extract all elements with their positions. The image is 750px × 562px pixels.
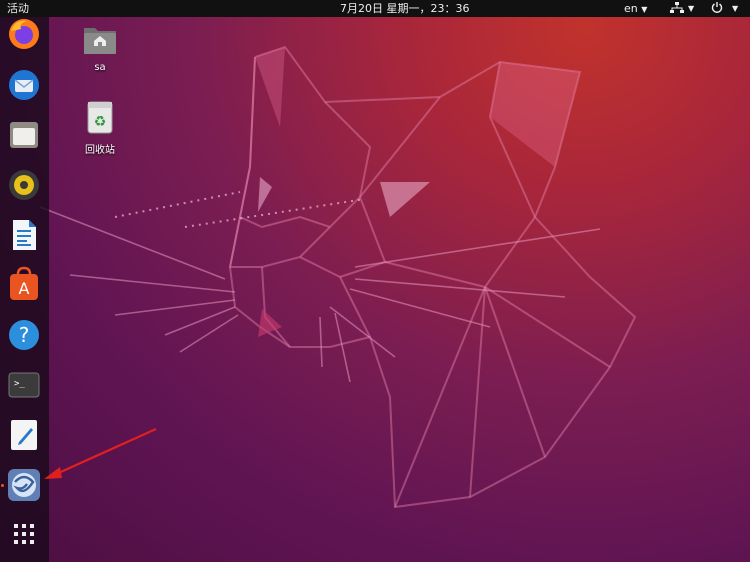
network-icon[interactable] (670, 2, 684, 18)
desktop-trash[interactable]: ♻ 回收站 (70, 99, 130, 156)
app-icon[interactable] (5, 466, 43, 504)
running-indicator (1, 484, 4, 487)
svg-text:A: A (19, 279, 30, 298)
dock: A ? >_ (0, 17, 49, 562)
trash-icon: ♻ (87, 101, 113, 134)
firefox-icon[interactable] (5, 15, 43, 53)
input-method-label: en (624, 2, 638, 15)
svg-text:♻: ♻ (94, 114, 107, 130)
software-icon[interactable]: A (5, 266, 43, 304)
rhythmbox-icon[interactable] (5, 166, 43, 204)
svg-text:>_: >_ (14, 379, 25, 389)
writer-icon[interactable] (5, 216, 43, 254)
thunderbird-icon[interactable] (5, 66, 43, 104)
desktop-icon-label: 回收站 (85, 145, 115, 156)
desktop-icon-label: sa (94, 62, 106, 73)
chevron-down-icon[interactable]: ▼ (688, 1, 694, 16)
chevron-down-icon: ▼ (641, 5, 648, 14)
terminal-icon[interactable]: >_ (5, 366, 43, 404)
activities-button[interactable]: 活动 (7, 1, 29, 16)
svg-text:?: ? (19, 323, 30, 347)
chevron-down-icon[interactable]: ▼ (732, 1, 738, 16)
input-method-indicator[interactable]: en ▼ (624, 1, 647, 17)
top-bar: 活动 7月20日 星期一，23：36 en ▼ ▼ ▼ (0, 0, 750, 17)
power-icon[interactable] (711, 1, 723, 17)
help-icon[interactable]: ? (5, 316, 43, 354)
files-icon[interactable] (5, 116, 43, 154)
grid-icon[interactable] (5, 515, 43, 553)
desktop-home-folder[interactable]: sa (70, 24, 130, 73)
clock[interactable]: 7月20日 星期一，23：36 (340, 1, 470, 16)
text-editor-icon[interactable] (5, 416, 43, 454)
home-folder-icon (84, 28, 116, 54)
